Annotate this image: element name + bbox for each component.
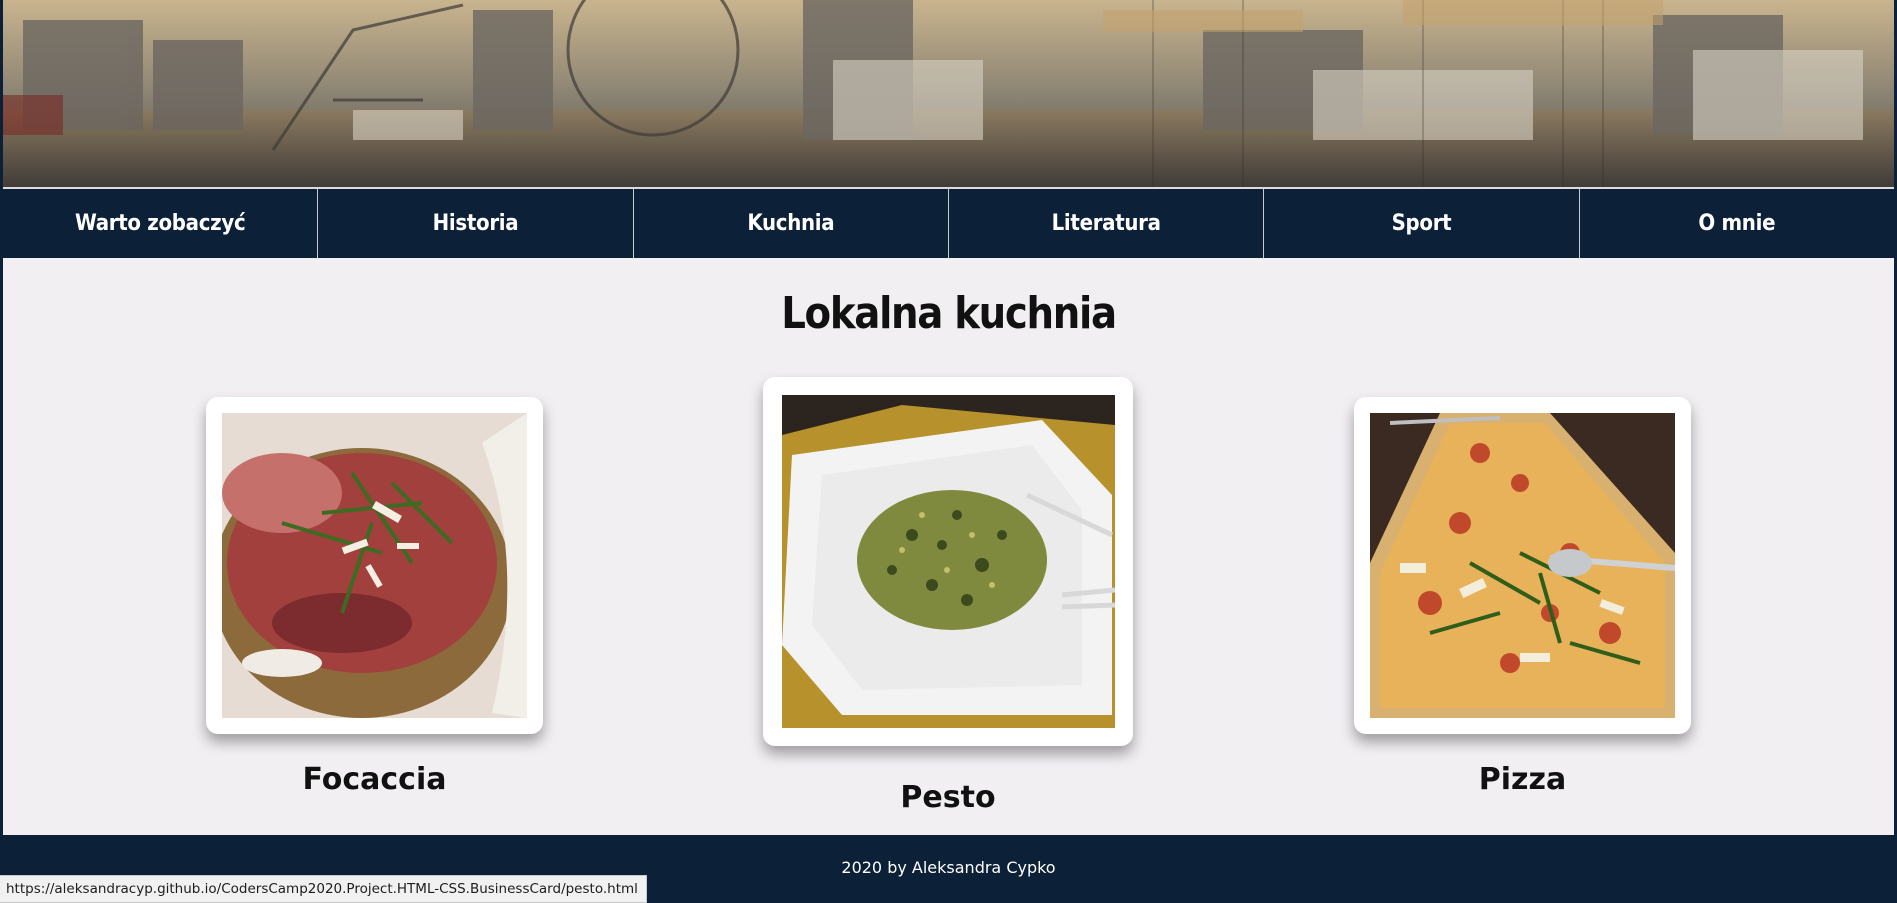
nav-item-kuchnia[interactable]: Kuchnia <box>634 189 949 258</box>
pesto-photo <box>782 395 1115 728</box>
dish-caption-pesto: Pesto <box>900 780 996 815</box>
header-banner-image <box>3 0 1894 187</box>
nav-item-sport[interactable]: Sport <box>1264 189 1580 258</box>
nav-item-historia[interactable]: Historia <box>318 189 634 258</box>
pizza-photo <box>1370 413 1675 718</box>
focaccia-photo <box>222 413 527 718</box>
dish-caption-pizza: Pizza <box>1478 762 1567 797</box>
nav-item-warto-zobaczyc[interactable]: Warto zobaczyć <box>3 189 319 258</box>
status-bar-url: https://aleksandracyp.github.io/CodersCa… <box>0 875 647 903</box>
main-nav: Warto zobaczyć Historia Kuchnia Literatu… <box>3 187 1894 258</box>
dish-caption-focaccia: Focaccia <box>302 762 447 797</box>
page-title: Lokalna kuchnia <box>781 288 1117 339</box>
dish-card-focaccia[interactable] <box>206 397 543 734</box>
nav-item-o-mnie[interactable]: O mnie <box>1580 189 1894 258</box>
dish-card-pesto[interactable] <box>763 377 1133 746</box>
dish-card-pizza[interactable] <box>1354 397 1691 734</box>
nav-item-literatura[interactable]: Literatura <box>949 189 1265 258</box>
